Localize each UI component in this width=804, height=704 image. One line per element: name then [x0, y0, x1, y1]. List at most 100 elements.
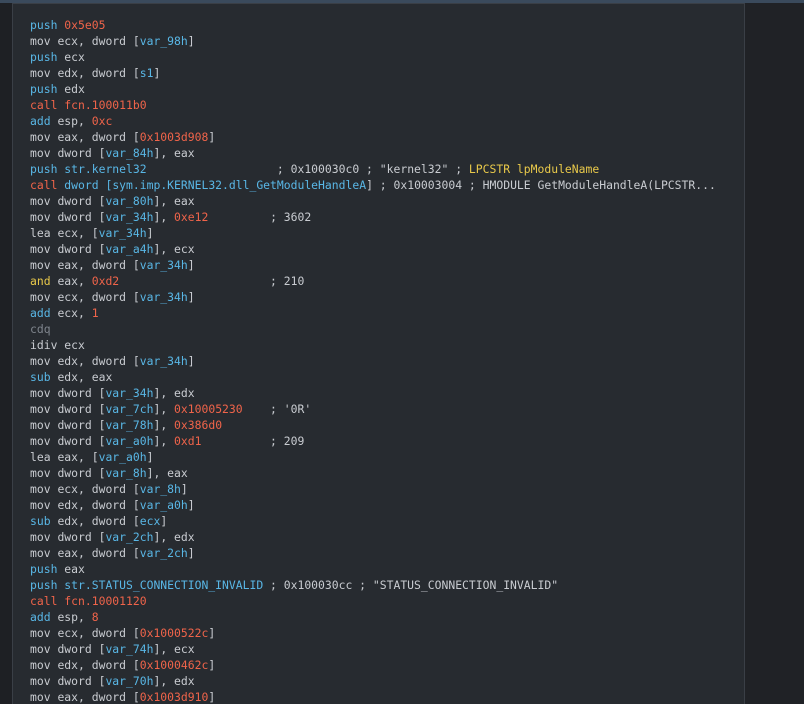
asm-line[interactable]: mov dword [var_7ch], 0x10005230 ; '0R' — [30, 401, 716, 417]
asm-line[interactable]: mov dword [var_80h], eax — [30, 193, 716, 209]
asm-mnemonic: mov — [30, 34, 51, 48]
asm-line[interactable]: idiv ecx — [30, 337, 716, 353]
asm-operand: var_8h — [105, 466, 147, 480]
asm-line[interactable]: add ecx, 1 — [30, 305, 716, 321]
asm-line[interactable]: mov dword [var_84h], eax — [30, 145, 716, 161]
asm-operand: str.STATUS_CONNECTION_INVALID — [64, 578, 264, 592]
asm-operand: eax, dword [ — [57, 690, 140, 704]
asm-mnemonic: mov — [30, 66, 51, 80]
asm-operand: ecx, — [57, 306, 92, 320]
asm-line[interactable]: mov dword [var_78h], 0x386d0 — [30, 417, 716, 433]
asm-operand: ] — [160, 514, 168, 528]
asm-operand: ], — [153, 210, 175, 224]
asm-operand: dword [ — [57, 642, 106, 656]
asm-operand: dword [ — [57, 434, 106, 448]
asm-line[interactable]: mov edx, dword [var_34h] — [30, 353, 716, 369]
asm-operand: dword [ — [57, 466, 106, 480]
asm-operand: ], eax — [146, 466, 188, 480]
asm-operand: 0x1000522c — [139, 626, 209, 640]
asm-operand: 0xc — [91, 114, 113, 128]
asm-operand: fcn.100011b0 — [64, 98, 147, 112]
asm-operand: var_34h — [105, 210, 154, 224]
asm-mnemonic: call — [30, 178, 58, 192]
asm-line[interactable]: mov ecx, dword [var_8h] — [30, 481, 716, 497]
asm-line[interactable]: and eax, 0xd2 ; 210 — [30, 273, 716, 289]
asm-line[interactable]: push str.STATUS_CONNECTION_INVALID ; 0x1… — [30, 577, 716, 593]
asm-line[interactable]: call fcn.10001120 — [30, 593, 716, 609]
asm-operand: ; 210 — [119, 274, 305, 288]
asm-line[interactable]: sub edx, dword [ecx] — [30, 513, 716, 529]
asm-operand: 1 — [91, 306, 99, 320]
asm-mnemonic: mov — [30, 658, 51, 672]
asm-mnemonic: mov — [30, 402, 51, 416]
asm-line[interactable]: mov eax, dword [var_2ch] — [30, 545, 716, 561]
asm-line[interactable]: sub edx, eax — [30, 369, 716, 385]
asm-operand: var_34h — [139, 258, 188, 272]
asm-mnemonic: call — [30, 98, 58, 112]
asm-line[interactable]: mov eax, dword [var_34h] — [30, 257, 716, 273]
asm-line[interactable]: mov dword [var_a0h], 0xd1 ; 209 — [30, 433, 716, 449]
asm-operand: var_74h — [105, 642, 154, 656]
asm-line[interactable]: call fcn.100011b0 — [30, 97, 716, 113]
asm-line[interactable]: push 0x5e05 — [30, 17, 716, 33]
asm-operand: ], ecx — [153, 642, 195, 656]
asm-operand: edx, dword [ — [57, 498, 140, 512]
asm-line[interactable]: push eax — [30, 561, 716, 577]
asm-line[interactable]: mov ecx, dword [var_98h] — [30, 33, 716, 49]
asm-line[interactable]: mov edx, dword [var_a0h] — [30, 497, 716, 513]
asm-mnemonic: mov — [30, 546, 51, 560]
asm-operand: eax, dword [ — [57, 130, 140, 144]
asm-operand: ] — [146, 450, 154, 464]
asm-line[interactable]: cdq — [30, 321, 716, 337]
asm-line[interactable]: mov ecx, dword [0x1000522c] — [30, 625, 716, 641]
asm-line[interactable]: lea eax, [var_a0h] — [30, 449, 716, 465]
asm-line[interactable]: mov dword [var_2ch], edx — [30, 529, 716, 545]
asm-mnemonic: mov — [30, 642, 51, 656]
asm-operand: sym.imp.KERNEL32.dll_GetModuleHandleA — [112, 178, 367, 192]
asm-operand: ], ecx — [153, 242, 195, 256]
asm-mnemonic: sub — [30, 514, 51, 528]
asm-operand: 0x10005230 — [174, 402, 243, 416]
asm-mnemonic: mov — [30, 466, 51, 480]
asm-mnemonic: and — [30, 274, 51, 288]
asm-line[interactable]: push edx — [30, 81, 716, 97]
asm-operand: ] — [187, 34, 195, 48]
asm-line[interactable]: mov dword [var_34h], 0xe12 ; 3602 — [30, 209, 716, 225]
asm-line[interactable]: push str.kernel32 ; 0x100030c0 ; "kernel… — [30, 161, 716, 177]
asm-line[interactable]: add esp, 8 — [30, 609, 716, 625]
asm-mnemonic: mov — [30, 242, 51, 256]
asm-operand: ; 0x100030cc ; "STATUS_CONNECTION_INVALI… — [263, 578, 559, 592]
asm-mnemonic: mov — [30, 690, 51, 704]
asm-operand: var_98h — [139, 34, 188, 48]
asm-operand: str.kernel32 — [64, 162, 147, 176]
asm-line[interactable]: mov dword [var_a4h], ecx — [30, 241, 716, 257]
asm-line[interactable]: push ecx — [30, 49, 716, 65]
asm-mnemonic: push — [30, 562, 58, 576]
asm-operand: var_2ch — [139, 546, 188, 560]
asm-operand: edx, dword [ — [57, 514, 140, 528]
disassembly-listing[interactable]: push 0x5e05 mov ecx, dword [var_98h] push … — [30, 17, 716, 704]
asm-operand: eax, — [57, 274, 92, 288]
asm-operand: dword [ — [57, 210, 106, 224]
asm-operand: dword [ — [64, 178, 113, 192]
asm-mnemonic: push — [30, 50, 58, 64]
asm-line[interactable]: mov edx, dword [0x1000462c] — [30, 657, 716, 673]
asm-line[interactable]: mov dword [var_70h], edx — [30, 673, 716, 689]
asm-operand: edx, dword [ — [57, 66, 140, 80]
asm-mnemonic: mov — [30, 498, 51, 512]
asm-line[interactable]: lea ecx, [var_34h] — [30, 225, 716, 241]
asm-line[interactable]: mov dword [var_34h], edx — [30, 385, 716, 401]
asm-operand: var_78h — [105, 418, 154, 432]
asm-operand: eax — [64, 562, 85, 576]
asm-line[interactable]: mov eax, dword [0x1003d908] — [30, 129, 716, 145]
asm-line[interactable]: mov edx, dword [s1] — [30, 65, 716, 81]
asm-operand: ] — [187, 498, 195, 512]
asm-line[interactable]: mov dword [var_8h], eax — [30, 465, 716, 481]
asm-line[interactable]: mov eax, dword [0x1003d910] — [30, 689, 716, 704]
disassembly-panel[interactable]: push 0x5e05 mov ecx, dword [var_98h] push … — [12, 3, 745, 704]
asm-mnemonic: mov — [30, 354, 51, 368]
asm-line[interactable]: mov ecx, dword [var_34h] — [30, 289, 716, 305]
asm-line[interactable]: mov dword [var_74h], ecx — [30, 641, 716, 657]
asm-line[interactable]: call dword [sym.imp.KERNEL32.dll_GetModu… — [30, 177, 716, 193]
asm-line[interactable]: add esp, 0xc — [30, 113, 716, 129]
